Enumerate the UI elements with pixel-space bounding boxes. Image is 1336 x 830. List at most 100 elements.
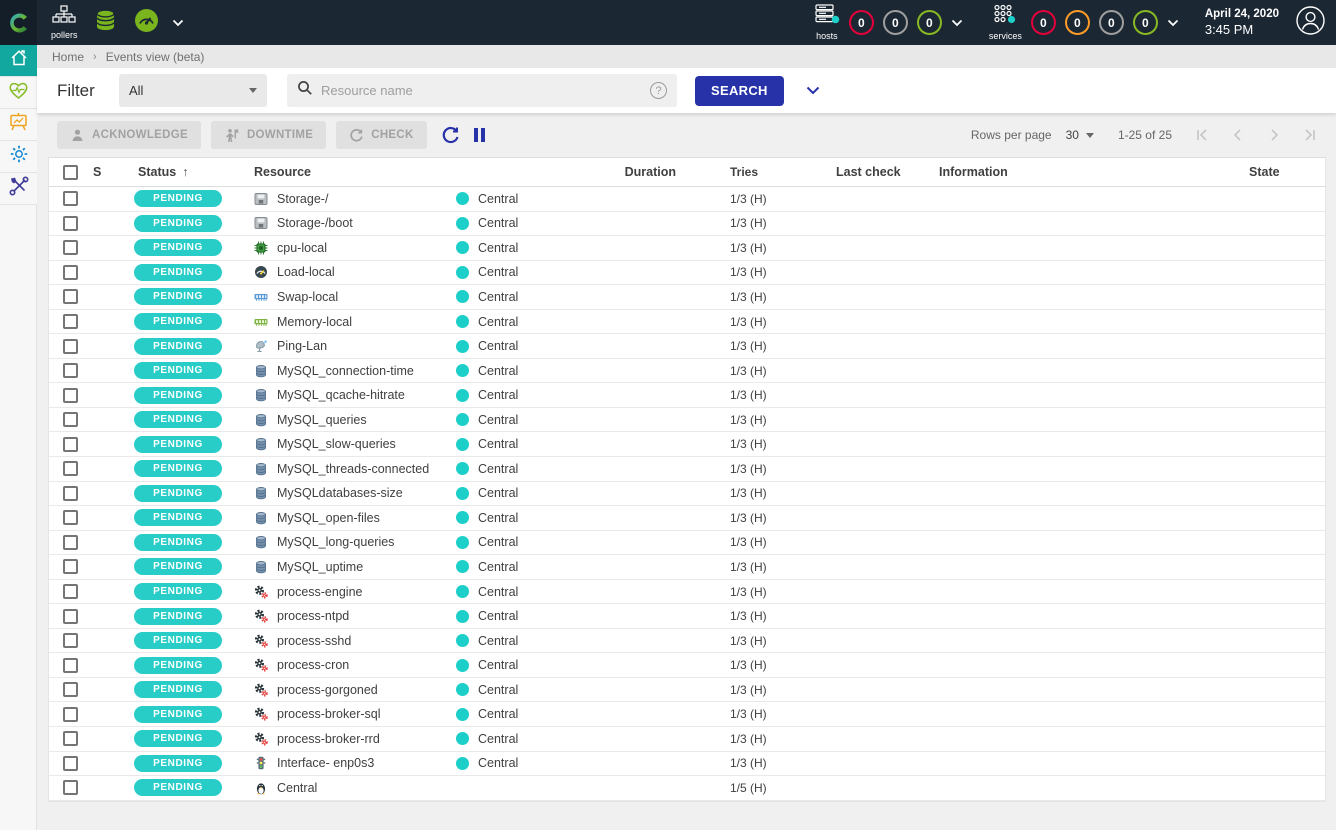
- parent-name[interactable]: Central: [478, 707, 518, 721]
- sidebar-item-reporting[interactable]: [0, 109, 37, 141]
- status-badge[interactable]: PENDING: [134, 608, 222, 625]
- hosts-menu[interactable]: hosts: [814, 4, 840, 41]
- sidebar-item-administration[interactable]: [0, 173, 37, 205]
- row-checkbox[interactable]: [63, 633, 78, 648]
- status-badge[interactable]: PENDING: [134, 264, 222, 281]
- services-counter[interactable]: 0: [1065, 10, 1090, 35]
- select-all-checkbox[interactable]: [63, 165, 78, 180]
- resource-name[interactable]: Interface- enp0s3: [277, 756, 374, 770]
- row-checkbox[interactable]: [63, 437, 78, 452]
- status-badge[interactable]: PENDING: [134, 534, 222, 551]
- downtime-button[interactable]: DOWNTIME: [211, 121, 326, 149]
- parent-name[interactable]: Central: [478, 192, 518, 206]
- status-badge[interactable]: PENDING: [134, 583, 222, 600]
- status-badge[interactable]: PENDING: [134, 657, 222, 674]
- resource-name[interactable]: MySQL_qcache-hitrate: [277, 388, 405, 402]
- status-badge[interactable]: PENDING: [134, 730, 222, 747]
- services-counter[interactable]: 0: [1133, 10, 1158, 35]
- row-checkbox[interactable]: [63, 682, 78, 697]
- status-badge[interactable]: PENDING: [134, 411, 222, 428]
- table-row[interactable]: PENDINGMemory-localCentral1/3 (H): [49, 310, 1325, 335]
- refresh-button[interactable]: [441, 126, 460, 145]
- row-checkbox[interactable]: [63, 265, 78, 280]
- table-row[interactable]: PENDINGMySQL_connection-timeCentral1/3 (…: [49, 359, 1325, 384]
- status-badge[interactable]: PENDING: [134, 288, 222, 305]
- table-row[interactable]: PENDINGMySQL_queriesCentral1/3 (H): [49, 408, 1325, 433]
- row-checkbox[interactable]: [63, 535, 78, 550]
- table-row[interactable]: PENDINGStorage-/Central1/3 (H): [49, 187, 1325, 212]
- table-row[interactable]: PENDINGCentral1/5 (H): [49, 776, 1325, 801]
- row-checkbox[interactable]: [63, 584, 78, 599]
- parent-name[interactable]: Central: [478, 413, 518, 427]
- row-checkbox[interactable]: [63, 363, 78, 378]
- services-counter[interactable]: 0: [1031, 10, 1056, 35]
- hosts-counter[interactable]: 0: [849, 10, 874, 35]
- row-checkbox[interactable]: [63, 216, 78, 231]
- resource-name[interactable]: MySQLdatabases-size: [277, 486, 403, 500]
- row-checkbox[interactable]: [63, 412, 78, 427]
- check-button[interactable]: CHECK: [336, 121, 426, 149]
- hosts-counter[interactable]: 0: [917, 10, 942, 35]
- table-row[interactable]: PENDINGLoad-localCentral1/3 (H): [49, 261, 1325, 286]
- centreon-logo[interactable]: [0, 0, 37, 45]
- breadcrumb-item[interactable]: Events view (beta): [106, 50, 205, 64]
- column-header-last-check[interactable]: Last check: [819, 165, 924, 179]
- table-row[interactable]: PENDINGMySQL_long-queriesCentral1/3 (H): [49, 531, 1325, 556]
- hosts-chevron-down-icon[interactable]: [951, 14, 963, 32]
- resource-name[interactable]: Swap-local: [277, 290, 338, 304]
- search-input[interactable]: [321, 83, 650, 98]
- status-badge[interactable]: PENDING: [134, 313, 222, 330]
- table-row[interactable]: PENDINGMySQL_open-filesCentral1/3 (H): [49, 506, 1325, 531]
- row-checkbox[interactable]: [63, 707, 78, 722]
- table-row[interactable]: PENDINGprocess-ntpdCentral1/3 (H): [49, 604, 1325, 629]
- help-icon[interactable]: ?: [650, 82, 667, 99]
- status-badge[interactable]: PENDING: [134, 681, 222, 698]
- resource-name[interactable]: Ping-Lan: [277, 339, 327, 353]
- breadcrumb-item[interactable]: Home: [52, 50, 84, 64]
- row-checkbox[interactable]: [63, 780, 78, 795]
- resource-name[interactable]: process-gorgoned: [277, 683, 378, 697]
- row-checkbox[interactable]: [63, 756, 78, 771]
- status-badge[interactable]: PENDING: [134, 632, 222, 649]
- sidebar-item-configuration[interactable]: [0, 141, 37, 173]
- hosts-counter[interactable]: 0: [883, 10, 908, 35]
- parent-name[interactable]: Central: [478, 560, 518, 574]
- parent-name[interactable]: Central: [478, 634, 518, 648]
- resource-name[interactable]: process-sshd: [277, 634, 351, 648]
- parent-name[interactable]: Central: [478, 339, 518, 353]
- row-checkbox[interactable]: [63, 339, 78, 354]
- row-checkbox[interactable]: [63, 559, 78, 574]
- column-header-duration[interactable]: Duration: [619, 165, 724, 179]
- parent-name[interactable]: Central: [478, 756, 518, 770]
- parent-name[interactable]: Central: [478, 216, 518, 230]
- acknowledge-button[interactable]: ACKNOWLEDGE: [57, 121, 201, 149]
- resource-name[interactable]: MySQL_threads-connected: [277, 462, 429, 476]
- table-row[interactable]: PENDINGprocess-cronCentral1/3 (H): [49, 653, 1325, 678]
- resource-name[interactable]: Storage-/: [277, 192, 328, 206]
- table-row[interactable]: PENDINGprocess-engineCentral1/3 (H): [49, 580, 1325, 605]
- column-header-status[interactable]: Status↑: [134, 165, 254, 179]
- parent-name[interactable]: Central: [478, 732, 518, 746]
- resource-name[interactable]: MySQL_queries: [277, 413, 367, 427]
- parent-name[interactable]: Central: [478, 388, 518, 402]
- pollers-menu[interactable]: pollers: [51, 5, 78, 40]
- parent-name[interactable]: Central: [478, 462, 518, 476]
- parent-name[interactable]: Central: [478, 364, 518, 378]
- resource-name[interactable]: cpu-local: [277, 241, 327, 255]
- status-badge[interactable]: PENDING: [134, 485, 222, 502]
- row-checkbox[interactable]: [63, 191, 78, 206]
- engine-status[interactable]: [133, 7, 160, 39]
- resource-name[interactable]: MySQL_uptime: [277, 560, 363, 574]
- status-badge[interactable]: PENDING: [134, 509, 222, 526]
- services-counter[interactable]: 0: [1099, 10, 1124, 35]
- table-row[interactable]: PENDINGMySQL_uptimeCentral1/3 (H): [49, 555, 1325, 580]
- services-chevron-down-icon[interactable]: [1167, 14, 1179, 32]
- previous-page-button[interactable]: [1230, 127, 1246, 143]
- status-badge[interactable]: PENDING: [134, 436, 222, 453]
- status-badge[interactable]: PENDING: [134, 387, 222, 404]
- resource-name[interactable]: Memory-local: [277, 315, 352, 329]
- status-badge[interactable]: PENDING: [134, 558, 222, 575]
- pollers-chevron-down-icon[interactable]: [172, 14, 184, 32]
- row-checkbox[interactable]: [63, 240, 78, 255]
- next-page-button[interactable]: [1266, 127, 1282, 143]
